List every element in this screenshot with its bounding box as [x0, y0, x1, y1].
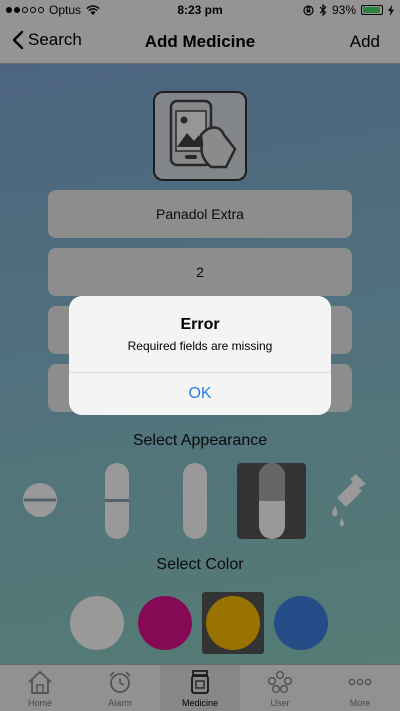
error-alert-dialog: Error Required fields are missing OK: [69, 296, 331, 415]
screen: Optus 8:23 pm 93% Search Add Medicine Ad…: [0, 0, 400, 711]
ok-button[interactable]: OK: [69, 373, 331, 415]
alert-title: Error: [180, 316, 220, 333]
alert-message: Required fields are missing: [127, 339, 273, 353]
